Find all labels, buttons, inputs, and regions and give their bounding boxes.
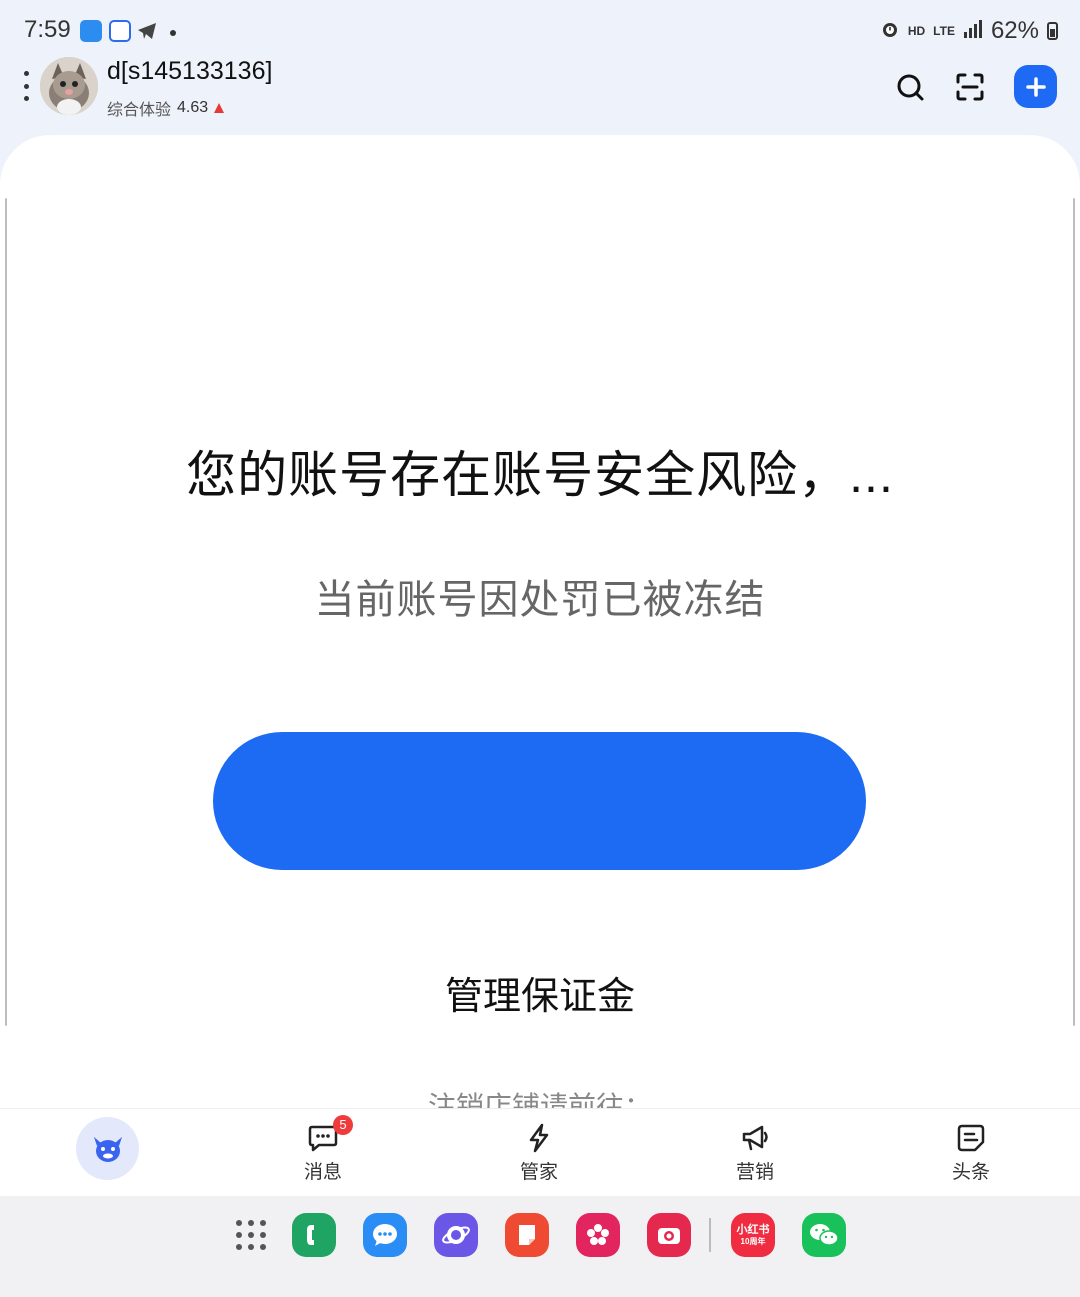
alarm-icon <box>880 19 900 44</box>
home-mascot-icon <box>93 1136 122 1162</box>
experience-label: 综合体验 <box>107 102 172 119</box>
signal-icon <box>963 19 983 43</box>
tab-messages[interactable]: 5 消息 <box>263 1109 383 1197</box>
tab-label-messages: 消息 <box>303 1162 342 1183</box>
dock-divider <box>709 1218 711 1252</box>
messages-app-icon[interactable] <box>363 1213 407 1257</box>
shop-name[interactable]: d[s145133136] <box>107 57 272 86</box>
more-notifications-dot <box>170 30 176 36</box>
app-header: d[s145133136] 综合体验 4.63 <box>0 55 1080 135</box>
page-title: 您的账号存在账号安全风险，... <box>186 447 894 503</box>
trend-up-icon <box>214 103 225 113</box>
xiaohongshu-app-icon[interactable]: 小红书 10周年 <box>731 1213 775 1257</box>
gallery-app-icon[interactable] <box>576 1213 620 1257</box>
camera-app-icon[interactable] <box>647 1213 691 1257</box>
bottom-tab-bar: 5 消息 管家 营销 头条 <box>0 1108 1080 1197</box>
frozen-reason-text: 当前账号因处罚已被冻结 <box>314 578 766 622</box>
status-right: HD LTE 62% <box>880 16 1058 46</box>
wechat-app-icon[interactable] <box>802 1213 846 1257</box>
tab-marketing[interactable]: 营销 <box>695 1109 815 1197</box>
lte-indicator: LTE <box>933 24 955 38</box>
unread-badge: 5 <box>333 1115 353 1135</box>
notes-app-icon[interactable] <box>505 1213 549 1257</box>
tab-label-news: 头条 <box>951 1162 990 1183</box>
left-edge-handle <box>5 198 7 1026</box>
tab-label-butler: 管家 <box>519 1162 558 1183</box>
tab-news[interactable]: 头条 <box>911 1109 1031 1197</box>
add-button[interactable] <box>1014 65 1057 108</box>
app-drawer-icon[interactable] <box>236 1220 266 1250</box>
tab-label-marketing: 营销 <box>735 1162 774 1183</box>
phone-app-icon[interactable] <box>292 1213 336 1257</box>
plus-icon <box>1025 76 1046 97</box>
manage-deposit-link[interactable]: 管理保证金 <box>0 965 1080 1020</box>
news-icon <box>957 1124 985 1152</box>
tab-butler[interactable]: 管家 <box>479 1109 599 1197</box>
xiaohongshu-label: 小红书 <box>736 1223 770 1236</box>
browser-app-icon[interactable] <box>434 1213 478 1257</box>
scan-icon[interactable] <box>950 67 990 107</box>
frozen-account-card: 您的账号存在账号安全风险，... 当前账号因处罚已被冻结 管理保证金 注销店铺请… <box>0 135 1080 1110</box>
app-notification-icon-2 <box>109 20 131 42</box>
megaphone-icon <box>742 1125 768 1151</box>
lightning-icon <box>529 1123 549 1153</box>
avatar[interactable] <box>40 57 98 115</box>
status-bar: 7:59 HD LTE 62% <box>0 0 1080 60</box>
cancel-shop-text: 注销店铺请前往： <box>427 1091 652 1110</box>
experience-score: 4.63 <box>177 99 209 116</box>
telegram-icon <box>136 20 158 47</box>
xiaohongshu-sublabel: 10周年 <box>740 1236 766 1246</box>
hd-indicator: HD <box>907 24 926 38</box>
right-edge-handle <box>1073 198 1075 1026</box>
battery-percent: 62% <box>990 17 1039 44</box>
experience-score-row[interactable]: 综合体验 4.63 <box>107 96 225 120</box>
more-menu-icon[interactable] <box>22 71 30 101</box>
battery-icon <box>1047 22 1058 40</box>
primary-action-button[interactable] <box>213 732 866 870</box>
system-dock: 小红书 10周年 <box>0 1196 1080 1297</box>
app-notification-icon-1 <box>80 20 102 42</box>
tab-home[interactable] <box>76 1117 139 1180</box>
status-time: 7:59 <box>24 16 71 43</box>
search-icon[interactable] <box>890 67 930 107</box>
